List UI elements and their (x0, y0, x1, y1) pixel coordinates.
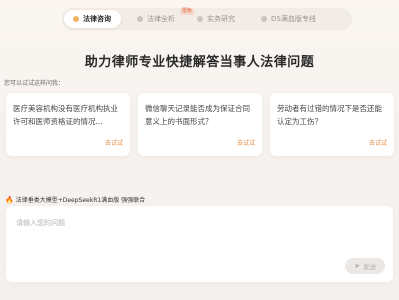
question-input[interactable] (16, 218, 376, 248)
try-it-link[interactable]: 去试试 (105, 138, 123, 147)
tab-practice-research[interactable]: 实务研究 (197, 10, 235, 28)
tab-dot-icon (261, 16, 267, 22)
send-label: 发送 (362, 263, 376, 271)
send-button[interactable]: ➤ 发送 (345, 258, 385, 274)
suggestion-question: 医疗美容机构没有医疗机构执业许可和医师资格证的情况... (13, 104, 118, 126)
question-input-box: ➤ 发送 (6, 206, 393, 282)
paper-plane-icon: ➤ (354, 262, 360, 270)
tab-dot-icon (73, 16, 79, 22)
tab-label: DS满血版专线 (271, 15, 316, 23)
free-badge: 限免 (180, 8, 195, 15)
suggestion-card[interactable]: 医疗美容机构没有医疗机构执业许可和医师资格证的情况... 去试试 (6, 93, 130, 156)
model-label: 法律垂类大模型+DeepSeekR1满血版 强强联合 (15, 197, 146, 204)
mode-tab-bar: 法律咨询 法律全析 限免 实务研究 DS满血版专线 (62, 8, 352, 30)
tab-label: 法律全析 (147, 15, 175, 23)
try-it-link[interactable]: 去试试 (369, 138, 387, 147)
suggestion-card[interactable]: 劳动者有过错的情况下是否还能认定为工伤？ 去试试 (270, 93, 394, 156)
suggestion-hint: 您可以试试这样问我： (4, 80, 65, 87)
suggestion-question: 劳动者有过错的情况下是否还能认定为工伤？ (277, 104, 382, 126)
tab-dot-icon (137, 16, 143, 22)
suggestion-question: 微信聊天记录能否成为保证合同意义上的书面形式？ (145, 104, 250, 126)
page-title: 助力律师专业快捷解答当事人法律问题 (84, 55, 315, 70)
tab-legal-consult[interactable]: 法律咨询 (64, 10, 121, 28)
tab-label: 法律咨询 (83, 15, 111, 23)
try-it-link[interactable]: 去试试 (237, 138, 255, 147)
tab-ds-line[interactable]: DS满血版专线 (261, 10, 316, 28)
suggestion-card[interactable]: 微信聊天记录能否成为保证合同意义上的书面形式？ 去试试 (138, 93, 262, 156)
tab-dot-icon (197, 16, 203, 22)
tab-legal-analysis[interactable]: 法律全析 限免 (137, 8, 195, 28)
tab-label: 实务研究 (207, 15, 235, 23)
model-info: 🔥 法律垂类大模型+DeepSeekR1满血版 强强联合 (5, 195, 146, 205)
fire-icon: 🔥 (5, 195, 14, 204)
